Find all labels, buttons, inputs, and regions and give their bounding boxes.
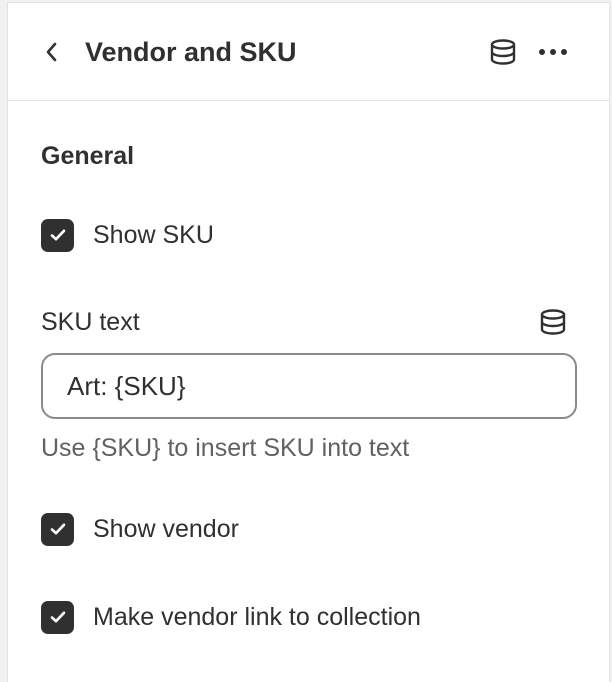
panel-title: Vendor and SKU	[85, 37, 297, 67]
vendor-link-label: Make vendor link to collection	[93, 603, 421, 631]
show-sku-checkbox[interactable]	[41, 218, 74, 252]
sku-text-help: Use {SKU} to insert SKU into text	[41, 434, 410, 462]
database-icon	[490, 39, 516, 65]
show-vendor-checkbox[interactable]	[41, 512, 74, 546]
sku-text-input[interactable]	[41, 353, 577, 419]
checkmark-icon	[50, 229, 65, 241]
show-sku-label: Show SKU	[93, 221, 214, 249]
sku-text-label: SKU text	[41, 308, 140, 336]
connect-dynamic-source-button[interactable]	[486, 35, 520, 69]
checkmark-icon	[50, 523, 65, 535]
panel-header: Vendor and SKU	[8, 3, 609, 101]
vendor-link-checkbox[interactable]	[41, 600, 74, 634]
show-vendor-checkbox-row[interactable]: Show vendor	[41, 509, 239, 549]
back-button[interactable]	[36, 34, 68, 70]
section-title: General	[41, 142, 135, 170]
settings-panel: Vendor and SKU General Show SKU SKU text	[7, 2, 610, 682]
ellipsis-horizontal-icon	[539, 49, 567, 55]
more-actions-button[interactable]	[534, 35, 572, 69]
database-icon	[540, 309, 566, 335]
show-vendor-label: Show vendor	[93, 515, 239, 543]
checkmark-icon	[50, 611, 65, 623]
chevron-left-icon	[46, 42, 57, 62]
vendor-link-checkbox-row[interactable]: Make vendor link to collection	[41, 597, 421, 637]
show-sku-checkbox-row[interactable]: Show SKU	[41, 215, 214, 255]
sku-text-dynamic-source-button[interactable]	[536, 305, 570, 339]
